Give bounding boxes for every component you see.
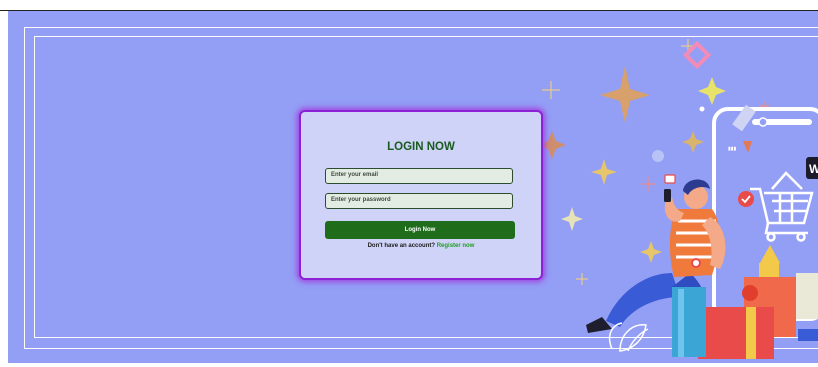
login-button[interactable]: Login Now — [325, 221, 515, 239]
password-input[interactable]: Enter your password — [325, 193, 513, 209]
register-link[interactable]: Register now — [437, 243, 475, 249]
register-prompt-text: Don't have an account? — [367, 243, 436, 249]
check-badge-icon — [738, 141, 754, 207]
email-input[interactable]: Enter your email — [325, 168, 513, 184]
login-title: LOGIN NOW — [387, 141, 455, 153]
svg-text:W: W — [809, 162, 818, 176]
login-card: LOGIN NOW Enter your email Enter your pa… — [299, 110, 543, 280]
page-background: ▮▮▮ W LOGIN NOW Enter your email Enter y… — [8, 11, 818, 363]
browser-top-edge — [0, 0, 818, 11]
svg-text:▮▮▮: ▮▮▮ — [728, 146, 737, 152]
register-prompt: Don't have an account? Register now — [301, 243, 541, 249]
leaf-decoration — [608, 322, 649, 352]
shopping-cart-icon — [750, 171, 814, 242]
